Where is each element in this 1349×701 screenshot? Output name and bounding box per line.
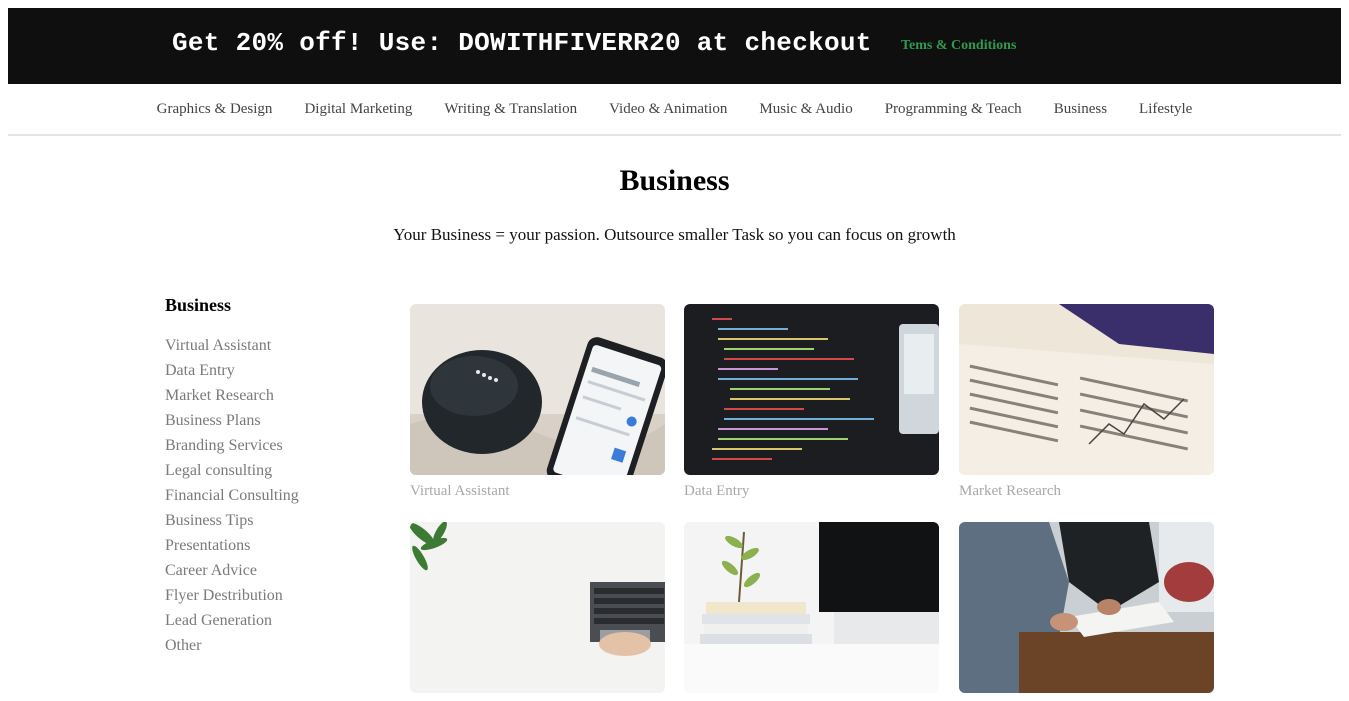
- virtual-assistant-image[interactable]: [410, 304, 665, 475]
- sidebar-link-business-plans[interactable]: Business Plans: [165, 412, 261, 429]
- sidebar-item: Flyer Destribution: [165, 583, 365, 608]
- service-card[interactable]: [684, 522, 939, 701]
- sidebar-item: Market Research: [165, 383, 365, 408]
- subcategory-sidebar: Business Virtual Assistant Data Entry Ma…: [165, 295, 365, 658]
- sidebar-list: Virtual Assistant Data Entry Market Rese…: [165, 333, 365, 658]
- card-label[interactable]: Data Entry: [684, 483, 939, 500]
- terms-link[interactable]: Tems & Conditions: [901, 38, 1016, 54]
- page-title: Business: [619, 164, 730, 197]
- sidebar-item: Financial Consulting: [165, 483, 365, 508]
- category-nav: Graphics & Design Digital Marketing Writ…: [8, 84, 1341, 136]
- sidebar-item: Virtual Assistant: [165, 333, 365, 358]
- desk-books-image[interactable]: [684, 522, 939, 693]
- market-research-image[interactable]: [959, 304, 1214, 475]
- sidebar-item: Branding Services: [165, 433, 365, 458]
- service-card[interactable]: [959, 522, 1214, 701]
- sidebar-link-branding-services[interactable]: Branding Services: [165, 437, 283, 454]
- sidebar-item: Lead Generation: [165, 608, 365, 633]
- promo-text: Get 20% off! Use: DOWITHFIVERR20 at chec…: [172, 28, 872, 58]
- data-entry-image[interactable]: [684, 304, 939, 475]
- sidebar-item: Business Plans: [165, 408, 365, 433]
- nav-item-writing-translation[interactable]: Writing & Translation: [444, 101, 577, 118]
- nav-item-video-animation[interactable]: Video & Animation: [609, 101, 727, 118]
- sidebar-item: Business Tips: [165, 508, 365, 533]
- sidebar-link-career-advice[interactable]: Career Advice: [165, 562, 257, 579]
- sidebar-link-business-tips[interactable]: Business Tips: [165, 512, 254, 529]
- sidebar-item: Other: [165, 633, 365, 658]
- sidebar-link-other[interactable]: Other: [165, 637, 201, 654]
- nav-item-programming-teach[interactable]: Programming & Teach: [885, 101, 1022, 118]
- card-label[interactable]: Market Research: [959, 483, 1214, 500]
- page-subtitle: Your Business = your passion. Outsource …: [393, 225, 956, 244]
- sidebar-link-market-research[interactable]: Market Research: [165, 387, 274, 404]
- sidebar-link-data-entry[interactable]: Data Entry: [165, 362, 235, 379]
- sidebar-link-presentations[interactable]: Presentations: [165, 537, 250, 554]
- service-card-market-research[interactable]: Market Research: [959, 304, 1214, 500]
- nav-item-business[interactable]: Business: [1054, 101, 1107, 118]
- nav-item-lifestyle[interactable]: Lifestyle: [1139, 101, 1192, 118]
- card-label[interactable]: Virtual Assistant: [410, 483, 665, 500]
- business-meeting-image[interactable]: [959, 522, 1214, 693]
- nav-item-graphics-design[interactable]: Graphics & Design: [157, 101, 273, 118]
- service-card[interactable]: [410, 522, 665, 701]
- sidebar-link-legal-consulting[interactable]: Legal consulting: [165, 462, 272, 479]
- sidebar-link-virtual-assistant[interactable]: Virtual Assistant: [165, 337, 271, 354]
- sidebar-link-flyer-distribution[interactable]: Flyer Destribution: [165, 587, 283, 604]
- service-card-virtual-assistant[interactable]: Virtual Assistant: [410, 304, 665, 500]
- sidebar-title: Business: [165, 295, 232, 315]
- sidebar-item: Data Entry: [165, 358, 365, 383]
- sidebar-item: Legal consulting: [165, 458, 365, 483]
- sidebar-item: Presentations: [165, 533, 365, 558]
- sidebar-item: Career Advice: [165, 558, 365, 583]
- sidebar-link-financial-consulting[interactable]: Financial Consulting: [165, 487, 299, 504]
- sidebar-link-lead-generation[interactable]: Lead Generation: [165, 612, 272, 629]
- nav-item-digital-marketing[interactable]: Digital Marketing: [304, 101, 412, 118]
- promo-banner: Get 20% off! Use: DOWITHFIVERR20 at chec…: [8, 8, 1341, 84]
- nav-item-music-audio[interactable]: Music & Audio: [759, 101, 852, 118]
- laptop-desk-image[interactable]: [410, 522, 665, 693]
- service-card-data-entry[interactable]: Data Entry: [684, 304, 939, 500]
